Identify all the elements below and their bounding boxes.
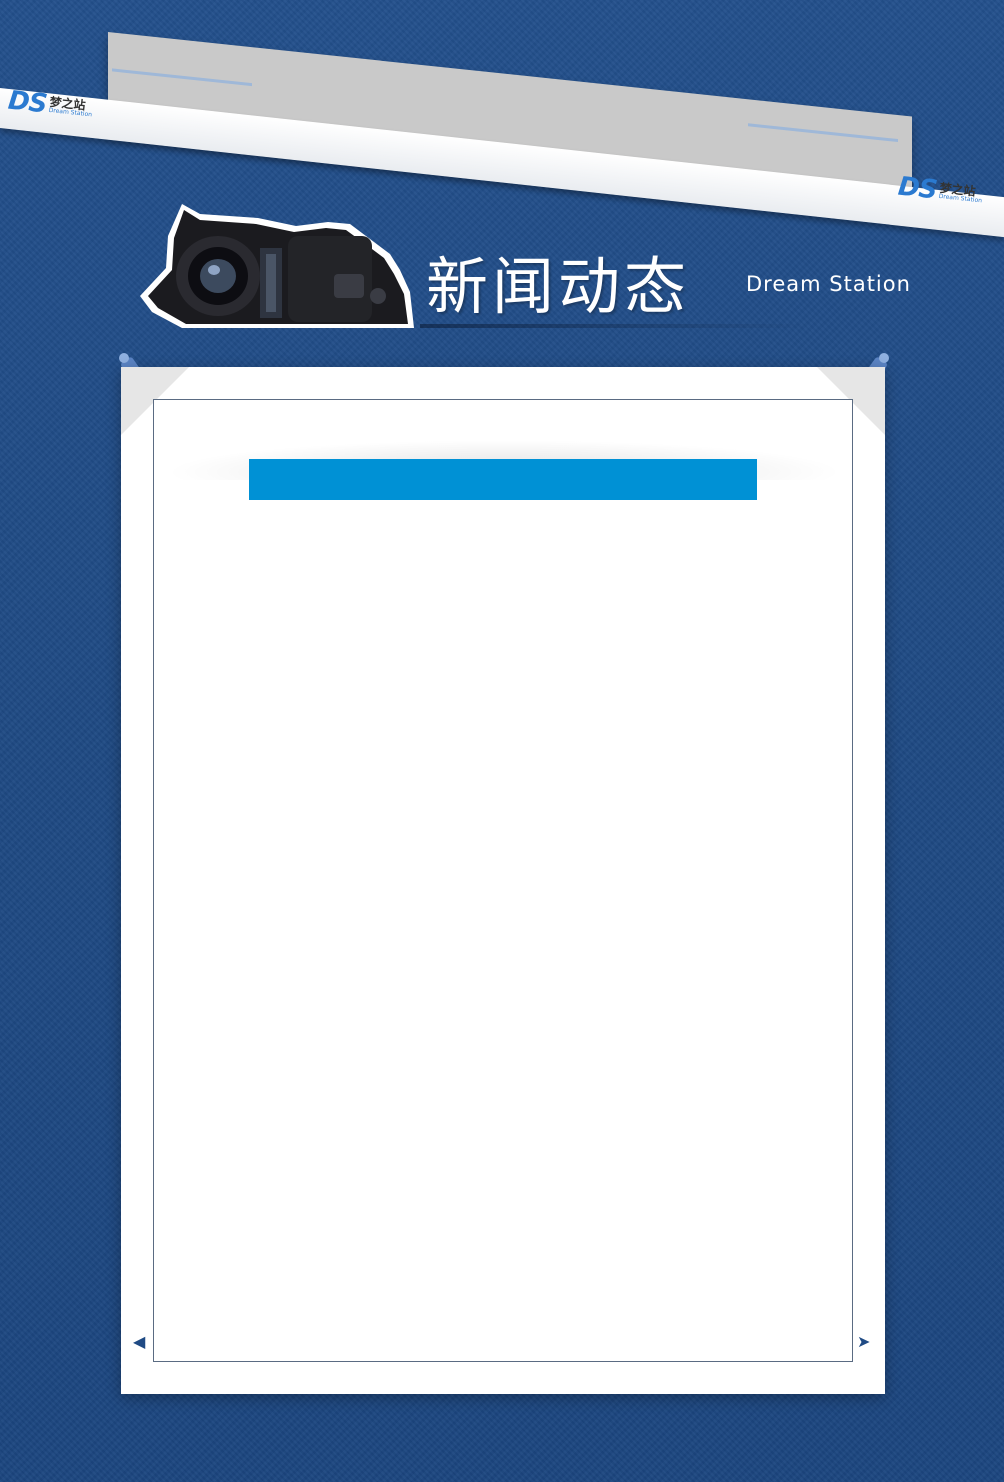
page-subtitle: Dream Station xyxy=(746,272,911,296)
arrow-left-icon[interactable]: ◀ xyxy=(133,1332,145,1351)
content-board: ◀ ➤ xyxy=(121,367,885,1394)
top-ribbon: DS 梦之站 Dream Station DS 梦之站 Dream Statio… xyxy=(0,30,1004,238)
page-title: 新闻动态 xyxy=(426,250,691,323)
brand-logo-mark: DS xyxy=(896,171,938,206)
brand-name-block: 梦之站 Dream Station xyxy=(938,181,983,204)
brand-name-block: 梦之站 Dream Station xyxy=(48,95,93,118)
arrow-right-icon[interactable]: ➤ xyxy=(857,1332,870,1351)
content-frame xyxy=(153,399,853,1362)
brand-logo-mark: DS xyxy=(6,85,48,120)
title-underline xyxy=(420,324,810,328)
camera-icon xyxy=(140,204,414,328)
ribbon-accent-line xyxy=(748,123,898,143)
content-title-bar xyxy=(249,459,757,500)
ribbon-accent-line xyxy=(112,68,252,87)
